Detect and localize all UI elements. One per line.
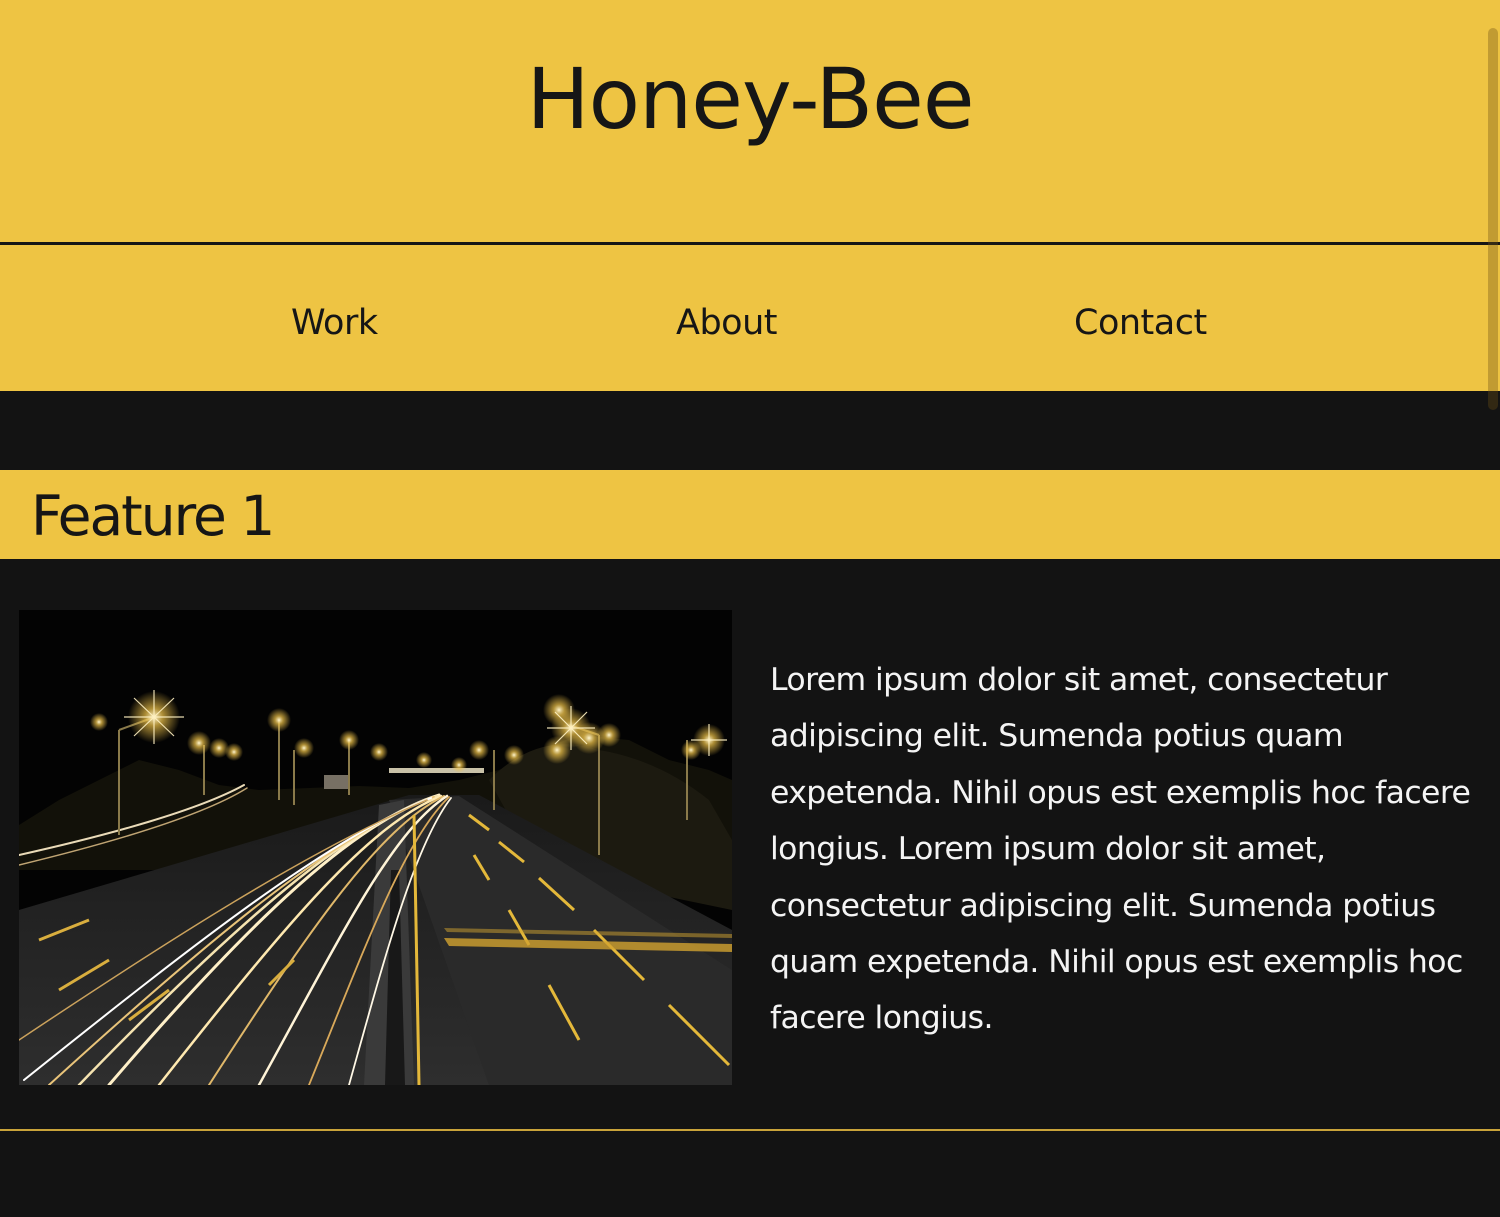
feature-image <box>19 610 732 1085</box>
feature-heading-bar: Feature 1 <box>0 470 1500 559</box>
nav-link-contact[interactable]: Contact <box>1074 302 1207 344</box>
scrollbar-thumb[interactable] <box>1488 28 1498 410</box>
nav-link-about[interactable]: About <box>676 302 777 344</box>
nav-link-work[interactable]: Work <box>291 302 378 344</box>
highway-night-image <box>19 610 732 1085</box>
page: Honey-Bee Work About Contact Feature 1 L… <box>0 0 1500 1217</box>
footer-divider <box>0 1129 1500 1131</box>
feature-description: Lorem ipsum dolor sit amet, consectetur … <box>770 662 1471 1037</box>
main-nav: Work About Contact <box>0 245 1500 391</box>
feature-title: Feature 1 <box>31 484 275 548</box>
site-title: Honey-Bee <box>526 50 974 148</box>
site-header: Honey-Bee <box>0 0 1500 242</box>
